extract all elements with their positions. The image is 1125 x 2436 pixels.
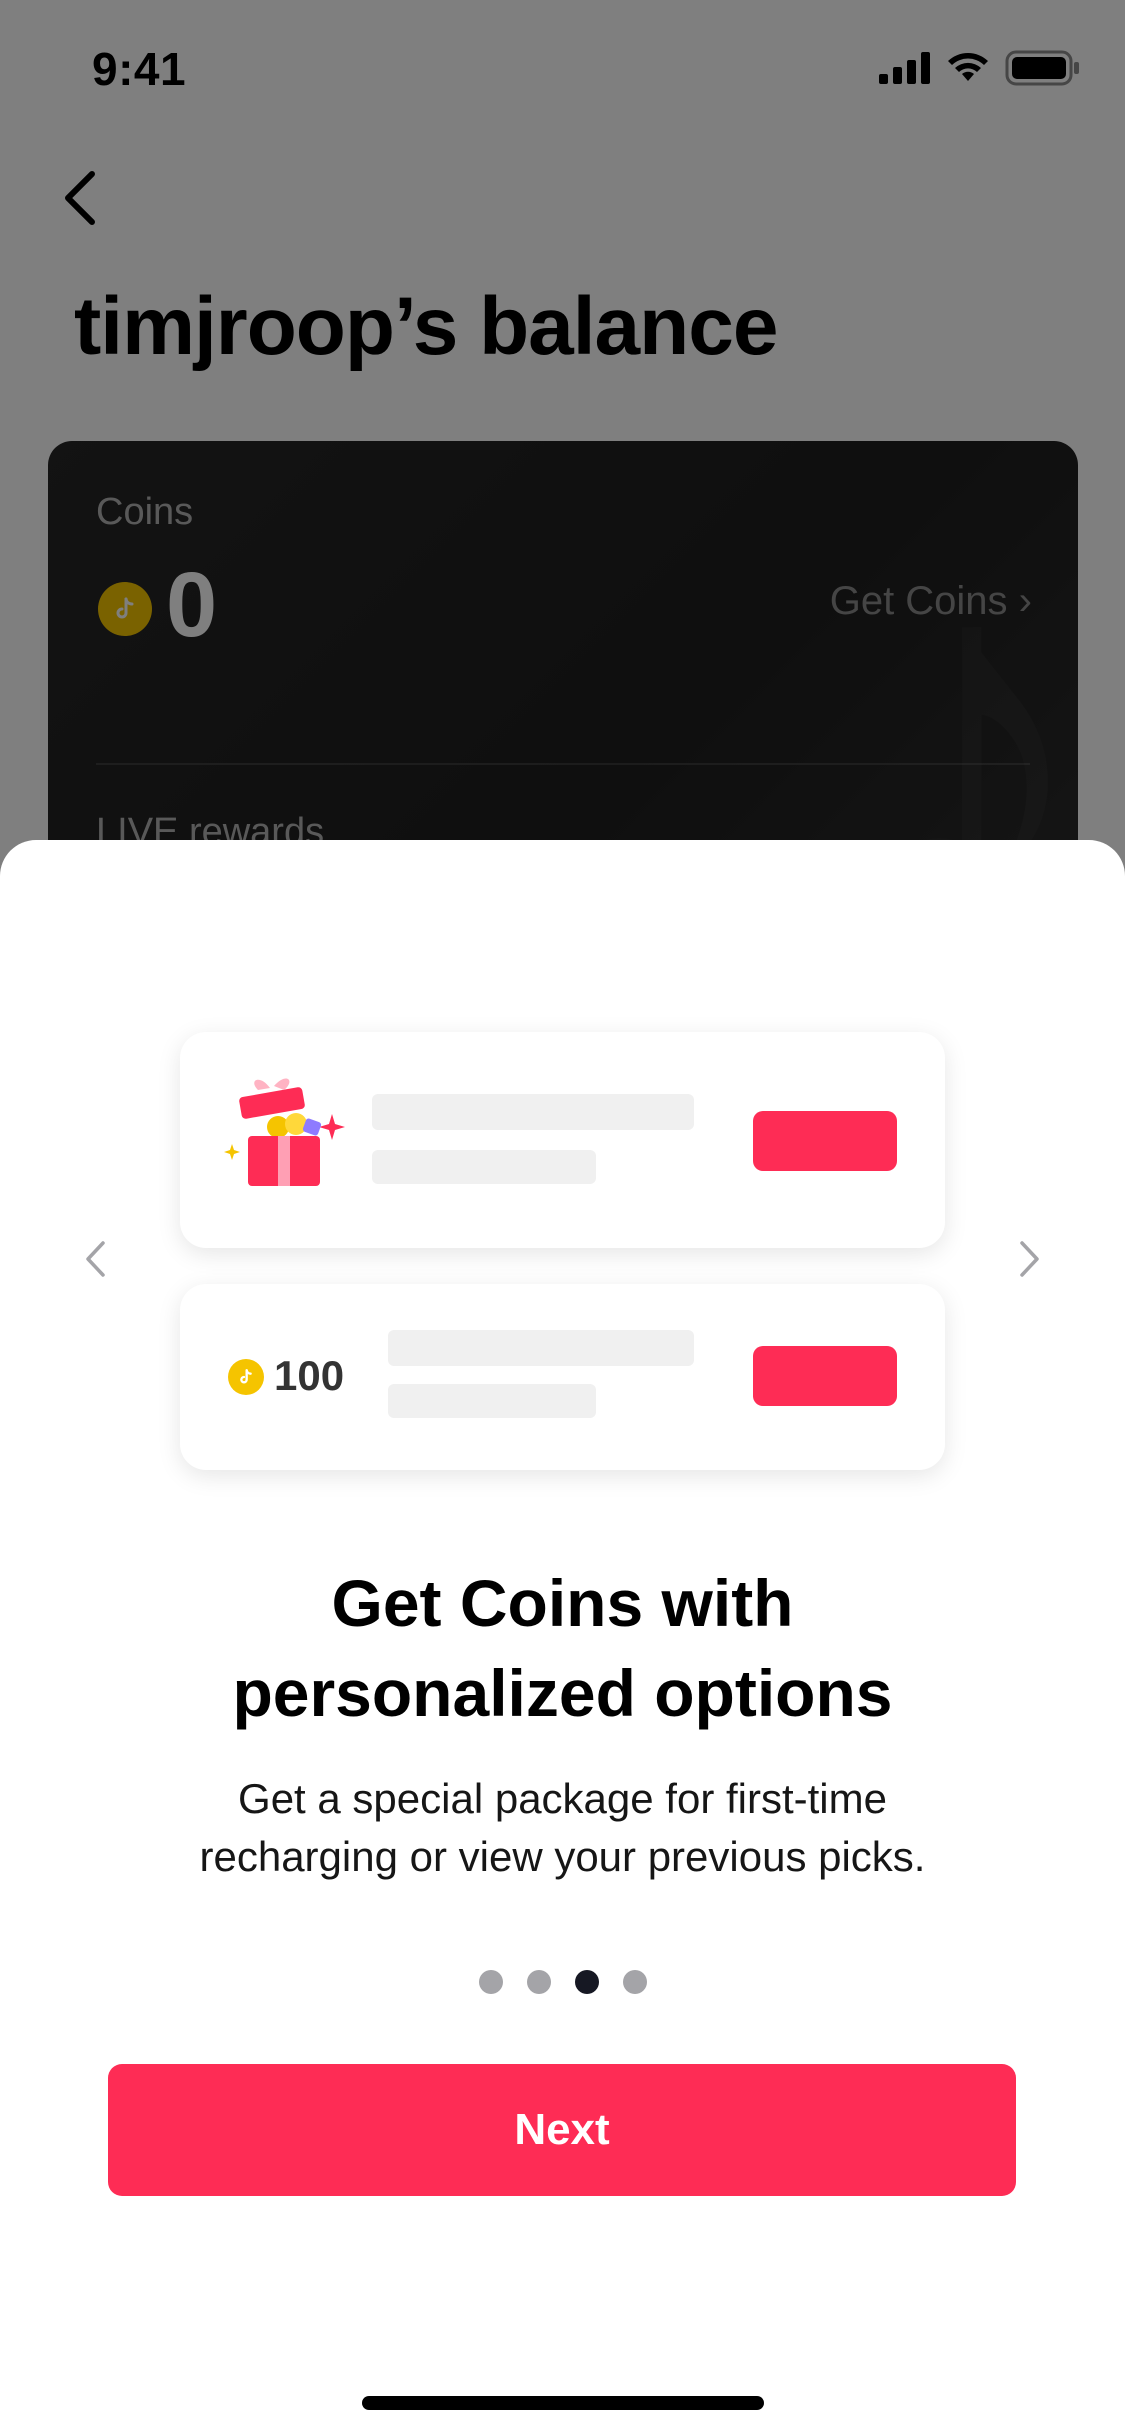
placeholder-button	[753, 1111, 897, 1171]
placeholder-line	[388, 1330, 694, 1366]
sheet-title-line: personalized options	[232, 1656, 893, 1730]
home-indicator	[362, 2396, 764, 2410]
placeholder-line	[372, 1094, 694, 1130]
pagination-dot[interactable]	[478, 1970, 503, 1994]
next-button[interactable]: Next	[108, 2064, 1016, 2196]
chevron-right-icon	[1018, 1239, 1042, 1284]
onboarding-sheet: 100 Get Coins with personalized options …	[0, 840, 1125, 2436]
chevron-left-icon	[83, 1239, 107, 1284]
placeholder-button	[753, 1346, 897, 1406]
sheet-title-line: Get Coins with	[331, 1566, 794, 1640]
placeholder-line	[388, 1384, 596, 1418]
coin-amount: 100	[274, 1352, 345, 1399]
sheet-description-line: Get a special package for first-time	[238, 1775, 887, 1822]
illustration-gift-card	[180, 1032, 945, 1248]
pagination-dots	[0, 1970, 1125, 1994]
placeholder-line	[372, 1150, 596, 1184]
illustration-coin-card: 100	[180, 1284, 945, 1470]
pagination-dot-active[interactable]	[574, 1970, 599, 1994]
carousel-prev-button[interactable]	[70, 1236, 120, 1286]
sheet-title: Get Coins with personalized options	[0, 1558, 1125, 1738]
sheet-description-line: recharging or view your previous picks.	[199, 1833, 926, 1880]
pagination-dot[interactable]	[526, 1970, 551, 1994]
sheet-description: Get a special package for first-time rec…	[0, 1770, 1125, 1886]
coin-icon	[228, 1359, 264, 1395]
pagination-dot[interactable]	[622, 1970, 647, 1994]
carousel-next-button[interactable]	[1005, 1236, 1055, 1286]
gift-box-icon	[220, 1072, 370, 1202]
